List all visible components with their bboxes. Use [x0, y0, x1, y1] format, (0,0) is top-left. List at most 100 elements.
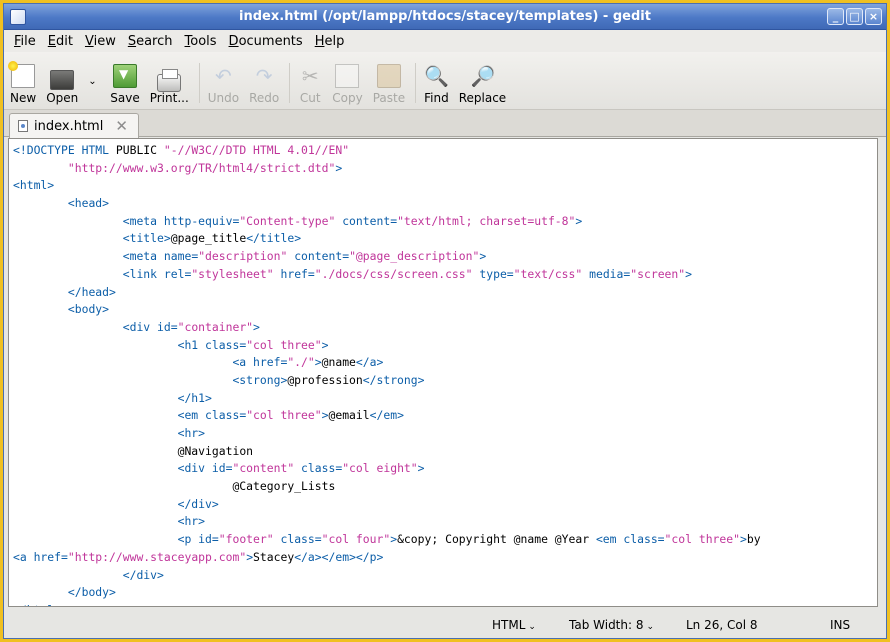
menu-documents[interactable]: Documents — [223, 34, 309, 49]
code-line[interactable]: <head> — [13, 195, 877, 213]
code-line[interactable]: <html> — [13, 177, 877, 195]
menu-help[interactable]: Help — [309, 34, 351, 49]
code-line[interactable]: <strong>@profession</strong> — [13, 372, 877, 390]
code-token: "col eight" — [342, 461, 418, 476]
code-token: class= — [301, 461, 343, 476]
code-line[interactable]: </html> — [13, 602, 877, 606]
code-line[interactable]: <!DOCTYPE HTML PUBLIC "-//W3C//DTD HTML … — [13, 142, 877, 160]
code-line[interactable]: <link rel="stylesheet" href="./docs/css/… — [13, 266, 877, 284]
language-selector[interactable]: HTML ⌄ — [492, 618, 536, 632]
code-token: > — [417, 461, 425, 476]
code-line[interactable]: "http://www.w3.org/TR/html4/strict.dtd"> — [13, 160, 877, 178]
code-token: "col four" — [321, 532, 391, 547]
code-token: <strong> — [232, 372, 288, 387]
code-token: </h1> — [177, 390, 212, 405]
code-token: "http://www.w3.org/TR/html4/strict.dtd" — [67, 160, 336, 175]
code-token: id= — [211, 461, 233, 476]
print-button[interactable]: Print... — [150, 69, 189, 105]
code-token: <!DOCTYPE HTML — [13, 143, 116, 157]
code-token: href= — [253, 355, 288, 370]
maximize-button[interactable]: □ — [846, 8, 863, 25]
code-token: "./docs/css/screen.css" — [314, 266, 480, 281]
code-line[interactable]: <meta name="description" content="@page_… — [13, 248, 877, 266]
code-line[interactable]: </head> — [13, 284, 877, 302]
menu-bar: File Edit View Search Tools Documents He… — [4, 30, 886, 52]
cut-button[interactable]: ✂ Cut — [298, 64, 322, 105]
menu-tools[interactable]: Tools — [179, 34, 223, 49]
code-token: </em> — [369, 408, 404, 423]
open-recent-dropdown-icon[interactable]: ⌄ — [88, 76, 102, 87]
code-token: <div — [177, 461, 212, 476]
find-button[interactable]: 🔍 Find — [424, 64, 449, 105]
code-line[interactable]: <meta http-equiv="Content-type" content=… — [13, 213, 877, 231]
code-line[interactable]: <hr> — [13, 513, 877, 531]
code-token: @email — [328, 408, 370, 423]
code-line[interactable]: <a href="http://www.staceyapp.com">Stace… — [13, 549, 877, 567]
menu-search[interactable]: Search — [122, 34, 179, 49]
code-token: </html> — [13, 603, 61, 606]
code-token: <hr> — [177, 514, 206, 529]
code-token: <meta — [122, 213, 164, 228]
new-button[interactable]: New — [8, 61, 36, 105]
code-line[interactable]: <a href="./">@name</a> — [13, 354, 877, 372]
code-token: "footer" — [218, 532, 281, 547]
tab-index-html[interactable]: index.html ✕ — [9, 113, 139, 138]
code-line[interactable]: </h1> — [13, 390, 877, 408]
paste-button[interactable]: Paste — [373, 64, 405, 105]
code-line[interactable]: <div id="content" class="col eight"> — [13, 460, 877, 478]
replace-button[interactable]: 🔎 Replace — [459, 64, 506, 105]
code-line[interactable]: </div> — [13, 567, 877, 585]
new-document-icon — [8, 61, 36, 88]
code-token: <em — [595, 532, 624, 547]
code-line[interactable]: <hr> — [13, 425, 877, 443]
copy-button[interactable]: Copy — [332, 64, 363, 105]
cursor-position: Ln 26, Col 8 — [686, 618, 758, 632]
code-line[interactable]: </div> — [13, 496, 877, 514]
code-line[interactable]: <title>@page_title</title> — [13, 230, 877, 248]
code-token: @profession — [287, 372, 363, 387]
app-icon[interactable] — [10, 8, 26, 25]
code-token: "-//W3C//DTD HTML 4.01//EN" — [163, 143, 350, 157]
undo-button[interactable]: ↶ Undo — [208, 64, 239, 105]
code-token: class= — [205, 408, 247, 423]
code-text[interactable]: <!DOCTYPE HTML PUBLIC "-//W3C//DTD HTML … — [9, 139, 877, 606]
code-editor[interactable]: <!DOCTYPE HTML PUBLIC "-//W3C//DTD HTML … — [8, 138, 878, 607]
code-token: </strong> — [362, 372, 425, 387]
open-button[interactable]: Open — [46, 68, 78, 105]
code-token: > — [314, 355, 322, 370]
redo-button[interactable]: ↷ Redo — [249, 64, 279, 105]
code-token: "stylesheet" — [191, 266, 281, 281]
menu-edit[interactable]: Edit — [42, 34, 79, 49]
save-button[interactable]: Save — [110, 64, 140, 105]
code-token: </body> — [67, 585, 116, 600]
code-line[interactable]: </body> — [13, 584, 877, 602]
tab-width-selector[interactable]: Tab Width: 8 ⌄ — [569, 618, 654, 632]
toolbar-separator — [415, 63, 417, 103]
code-token: <h1 — [177, 337, 206, 352]
code-line[interactable]: @Category_Lists — [13, 478, 877, 496]
close-button[interactable]: × — [865, 8, 882, 25]
code-line[interactable]: @Navigation — [13, 443, 877, 461]
code-line[interactable]: <div id="container"> — [13, 319, 877, 337]
minimize-button[interactable]: _ — [827, 8, 844, 25]
code-token: > — [479, 249, 487, 264]
code-line[interactable]: <body> — [13, 301, 877, 319]
title-bar[interactable]: index.html (/opt/lampp/htdocs/stacey/tem… — [4, 4, 886, 30]
menu-file[interactable]: File — [8, 34, 42, 49]
tab-close-icon[interactable]: ✕ — [115, 117, 128, 135]
code-line[interactable]: <h1 class="col three"> — [13, 337, 877, 355]
code-token: id= — [198, 532, 219, 547]
code-line[interactable]: <p id="footer" class="col four">&copy; C… — [13, 531, 877, 549]
code-token: <head> — [67, 196, 110, 211]
code-token: > — [575, 213, 583, 228]
code-line[interactable]: <em class="col three">@email</em> — [13, 407, 877, 425]
menu-view[interactable]: View — [79, 34, 122, 49]
code-token: </head> — [67, 284, 116, 299]
